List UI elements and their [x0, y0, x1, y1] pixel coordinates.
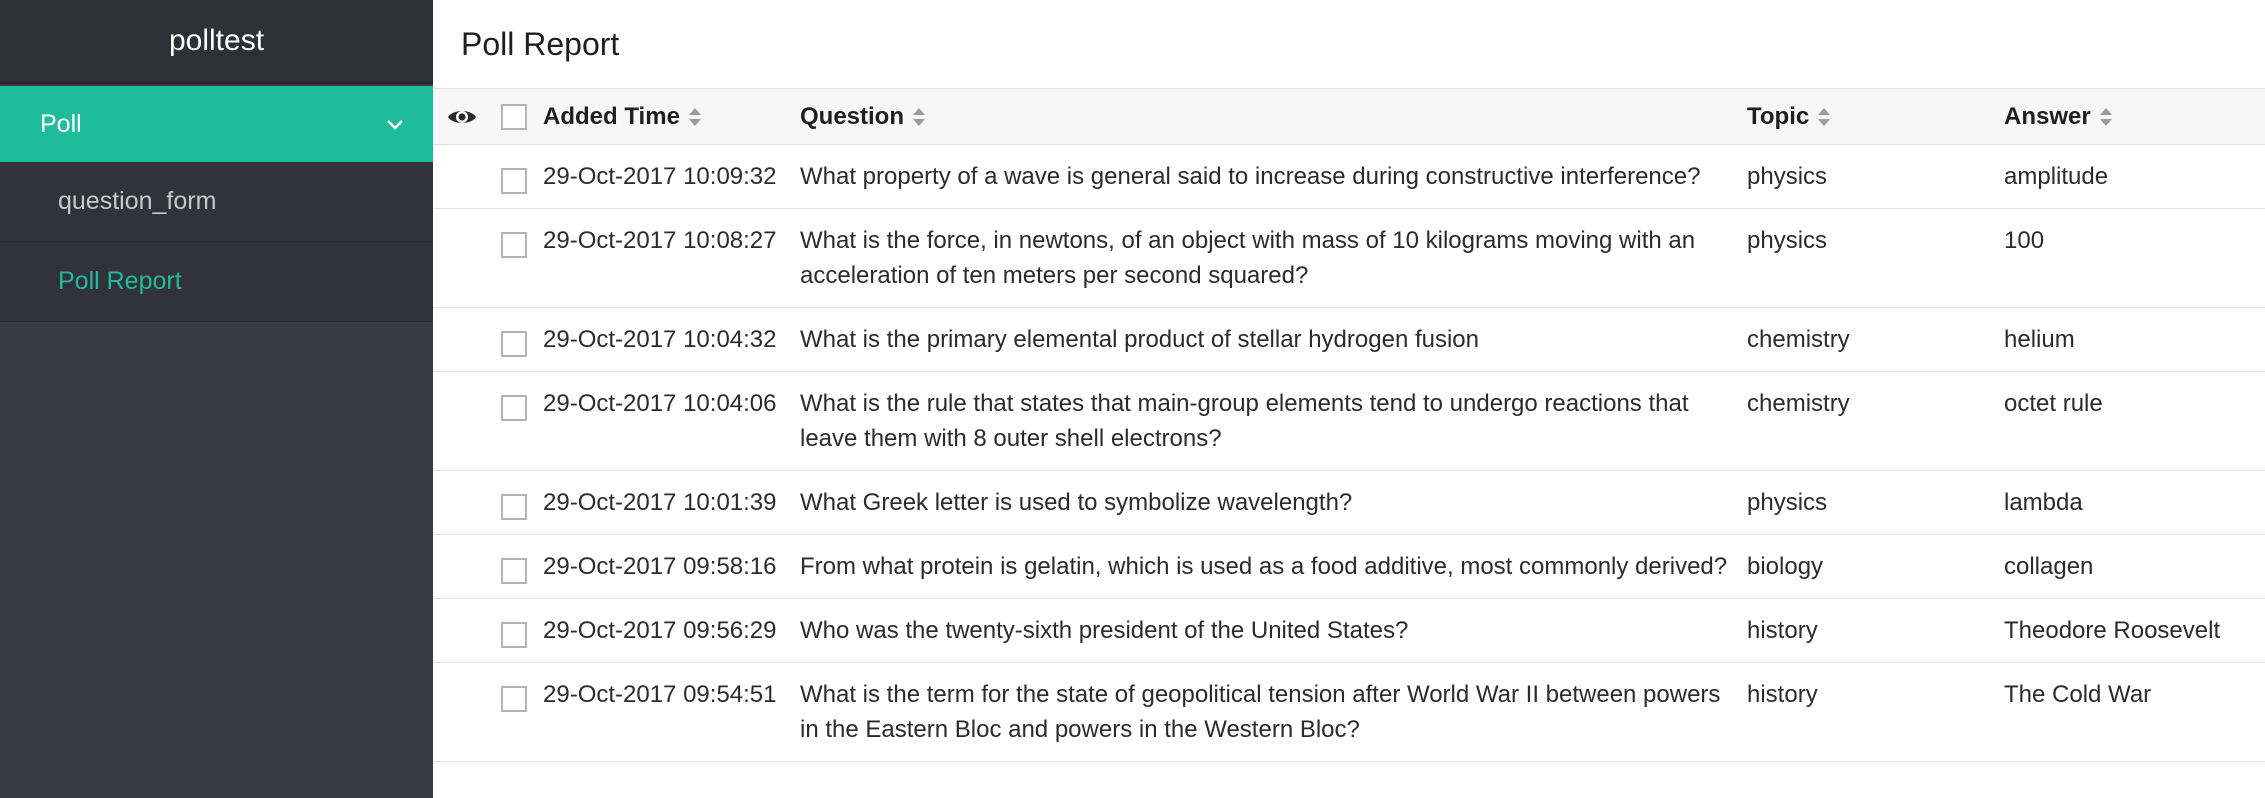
cell-added-time: 29-Oct-2017 09:58:16 [543, 553, 777, 580]
sort-icon[interactable] [912, 106, 926, 128]
cell-added-time: 29-Oct-2017 10:04:06 [543, 390, 777, 417]
cell-topic: chemistry [1747, 326, 1850, 353]
row-select-cell [477, 372, 543, 471]
sort-icon[interactable] [1817, 106, 1831, 128]
page-title: Poll Report [461, 25, 620, 62]
cell-question: What is the rule that states that main-g… [800, 390, 1689, 452]
sort-icon[interactable] [2099, 106, 2113, 128]
cell-answer: collagen [2004, 553, 2094, 580]
column-header-added-time[interactable]: Added Time [543, 89, 800, 145]
column-header-topic[interactable]: Topic [1747, 89, 2004, 145]
cell-answer: The Cold War [2004, 681, 2152, 708]
sort-icon[interactable] [688, 106, 702, 128]
cell-question: What is the primary elemental product of… [800, 326, 1479, 353]
column-header-label: Question [800, 102, 905, 130]
column-visibility-toggle[interactable] [433, 89, 477, 145]
table-row[interactable]: 29-Oct-2017 09:58:16 From what protein i… [433, 535, 2265, 599]
column-header-label: Answer [2004, 102, 2091, 130]
cell-added-time: 29-Oct-2017 10:01:39 [543, 489, 777, 516]
row-spacer [433, 308, 477, 372]
column-header-label: Topic [1747, 102, 1810, 130]
cell-added-time: 29-Oct-2017 10:08:27 [543, 227, 777, 254]
column-header-question[interactable]: Question [800, 89, 1747, 145]
cell-question: What Greek letter is used to symbolize w… [800, 489, 1353, 516]
select-all-checkbox[interactable] [501, 104, 527, 131]
table-row[interactable]: 29-Oct-2017 10:09:32 What property of a … [433, 145, 2265, 209]
sidebar-group-poll[interactable]: Poll [0, 86, 433, 162]
row-select-cell [477, 209, 543, 308]
cell-topic: physics [1747, 489, 1828, 516]
table-row[interactable]: 29-Oct-2017 09:54:51 What is the term fo… [433, 663, 2265, 762]
row-spacer [433, 663, 477, 762]
row-checkbox[interactable] [501, 330, 527, 357]
table-row[interactable]: 29-Oct-2017 10:01:39 What Greek letter i… [433, 471, 2265, 535]
row-checkbox[interactable] [501, 557, 527, 584]
main-content: Poll Report Added Time Question Topic An… [433, 0, 2265, 798]
cell-topic: physics [1747, 163, 1828, 190]
eye-icon [447, 103, 477, 130]
row-spacer [433, 145, 477, 209]
cell-topic: history [1747, 681, 1818, 708]
cell-added-time: 29-Oct-2017 10:04:32 [543, 326, 777, 353]
sidebar: polltest Poll question_form Poll Report [0, 0, 433, 798]
row-checkbox[interactable] [501, 685, 527, 712]
cell-answer: 100 [2004, 227, 2045, 254]
table-row[interactable]: 29-Oct-2017 10:08:27 What is the force, … [433, 209, 2265, 308]
report-table: Added Time Question Topic Answer 29-Oct-… [433, 88, 2265, 762]
row-checkbox[interactable] [501, 621, 527, 648]
row-checkbox[interactable] [501, 394, 527, 421]
table-row[interactable]: 29-Oct-2017 10:04:06 What is the rule th… [433, 372, 2265, 471]
row-select-cell [477, 535, 543, 599]
cell-question: From what protein is gelatin, which is u… [800, 553, 1728, 580]
row-checkbox[interactable] [501, 493, 527, 520]
cell-question: Who was the twenty-sixth president of th… [800, 617, 1409, 644]
row-select-cell [477, 471, 543, 535]
cell-topic: chemistry [1747, 390, 1850, 417]
column-header-answer[interactable]: Answer [2004, 89, 2265, 145]
row-checkbox[interactable] [501, 167, 527, 194]
row-spacer [433, 209, 477, 308]
row-checkbox[interactable] [501, 231, 527, 258]
row-spacer [433, 372, 477, 471]
select-all-cell [477, 89, 543, 145]
cell-question: What is the force, in newtons, of an obj… [800, 227, 1696, 289]
sidebar-item-question-form[interactable]: question_form [0, 162, 433, 242]
cell-topic: history [1747, 617, 1818, 644]
cell-answer: lambda [2004, 489, 2083, 516]
app-brand[interactable]: polltest [0, 0, 433, 84]
cell-added-time: 29-Oct-2017 09:54:51 [543, 681, 777, 708]
cell-topic: biology [1747, 553, 1824, 580]
row-select-cell [477, 599, 543, 663]
app-brand-label: polltest [168, 24, 265, 57]
row-select-cell [477, 145, 543, 209]
row-spacer [433, 471, 477, 535]
row-select-cell [477, 663, 543, 762]
row-select-cell [477, 308, 543, 372]
column-header-label: Added Time [543, 102, 680, 130]
sidebar-group-label: Poll [40, 109, 82, 138]
sidebar-item-poll-report[interactable]: Poll Report [0, 242, 433, 322]
cell-question: What property of a wave is general said … [800, 163, 1701, 190]
cell-added-time: 29-Oct-2017 10:09:32 [543, 163, 777, 190]
chevron-down-icon [385, 110, 405, 139]
sidebar-item-label: Poll Report [58, 267, 182, 295]
row-spacer [433, 535, 477, 599]
cell-added-time: 29-Oct-2017 09:56:29 [543, 617, 777, 644]
row-spacer [433, 599, 477, 663]
cell-answer: octet rule [2004, 390, 2103, 417]
cell-answer: Theodore Roosevelt [2004, 617, 2221, 644]
cell-answer: helium [2004, 326, 2075, 353]
table-row[interactable]: 29-Oct-2017 10:04:32 What is the primary… [433, 308, 2265, 372]
cell-question: What is the term for the state of geopol… [800, 681, 1721, 743]
sidebar-item-label: question_form [58, 187, 217, 215]
cell-answer: amplitude [2004, 163, 2109, 190]
table-header-row: Added Time Question Topic Answer [433, 88, 2265, 145]
table-row[interactable]: 29-Oct-2017 09:56:29 Who was the twenty-… [433, 599, 2265, 663]
cell-topic: physics [1747, 227, 1828, 254]
